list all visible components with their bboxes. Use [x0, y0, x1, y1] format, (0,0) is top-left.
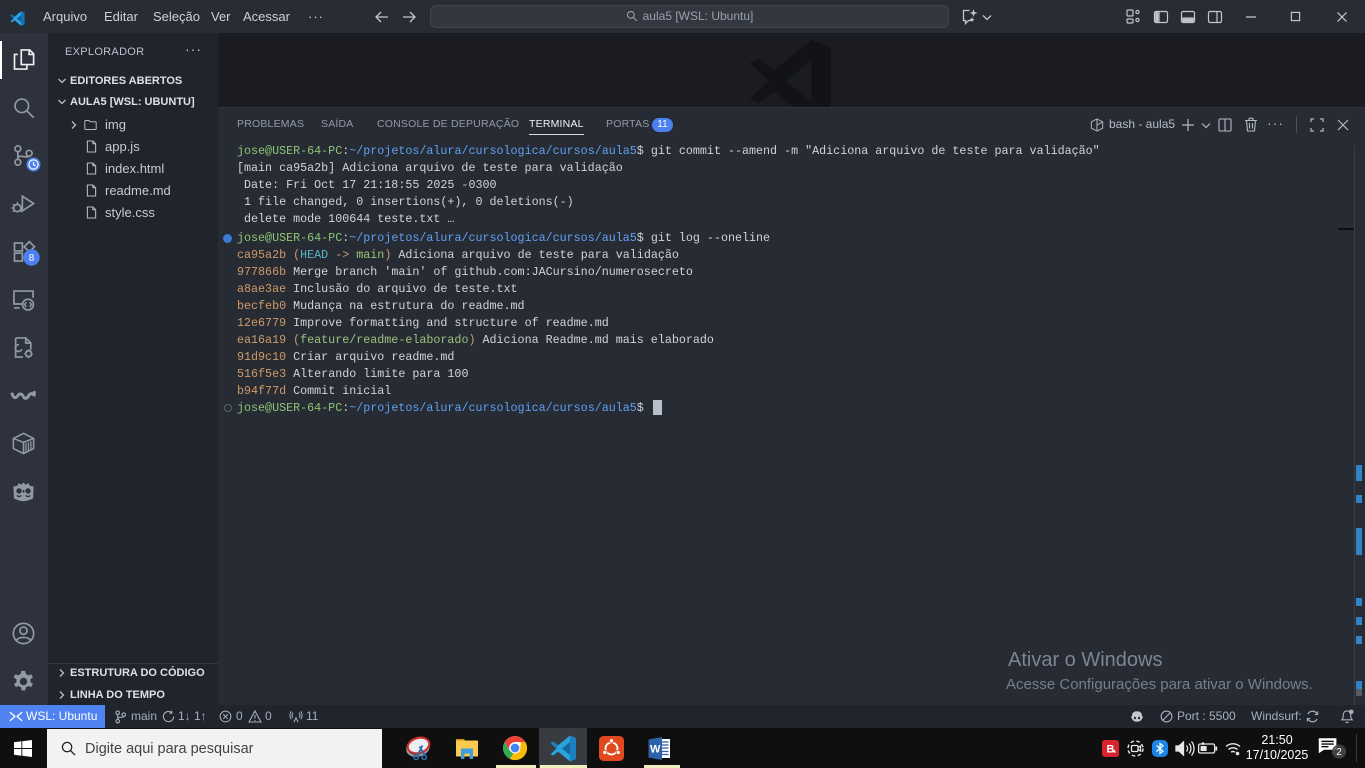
svg-text:B: B — [1106, 743, 1114, 755]
svg-text:2: 2 — [1336, 747, 1341, 758]
svg-text:8: 8 — [29, 253, 35, 264]
svg-text:W: W — [650, 743, 661, 755]
